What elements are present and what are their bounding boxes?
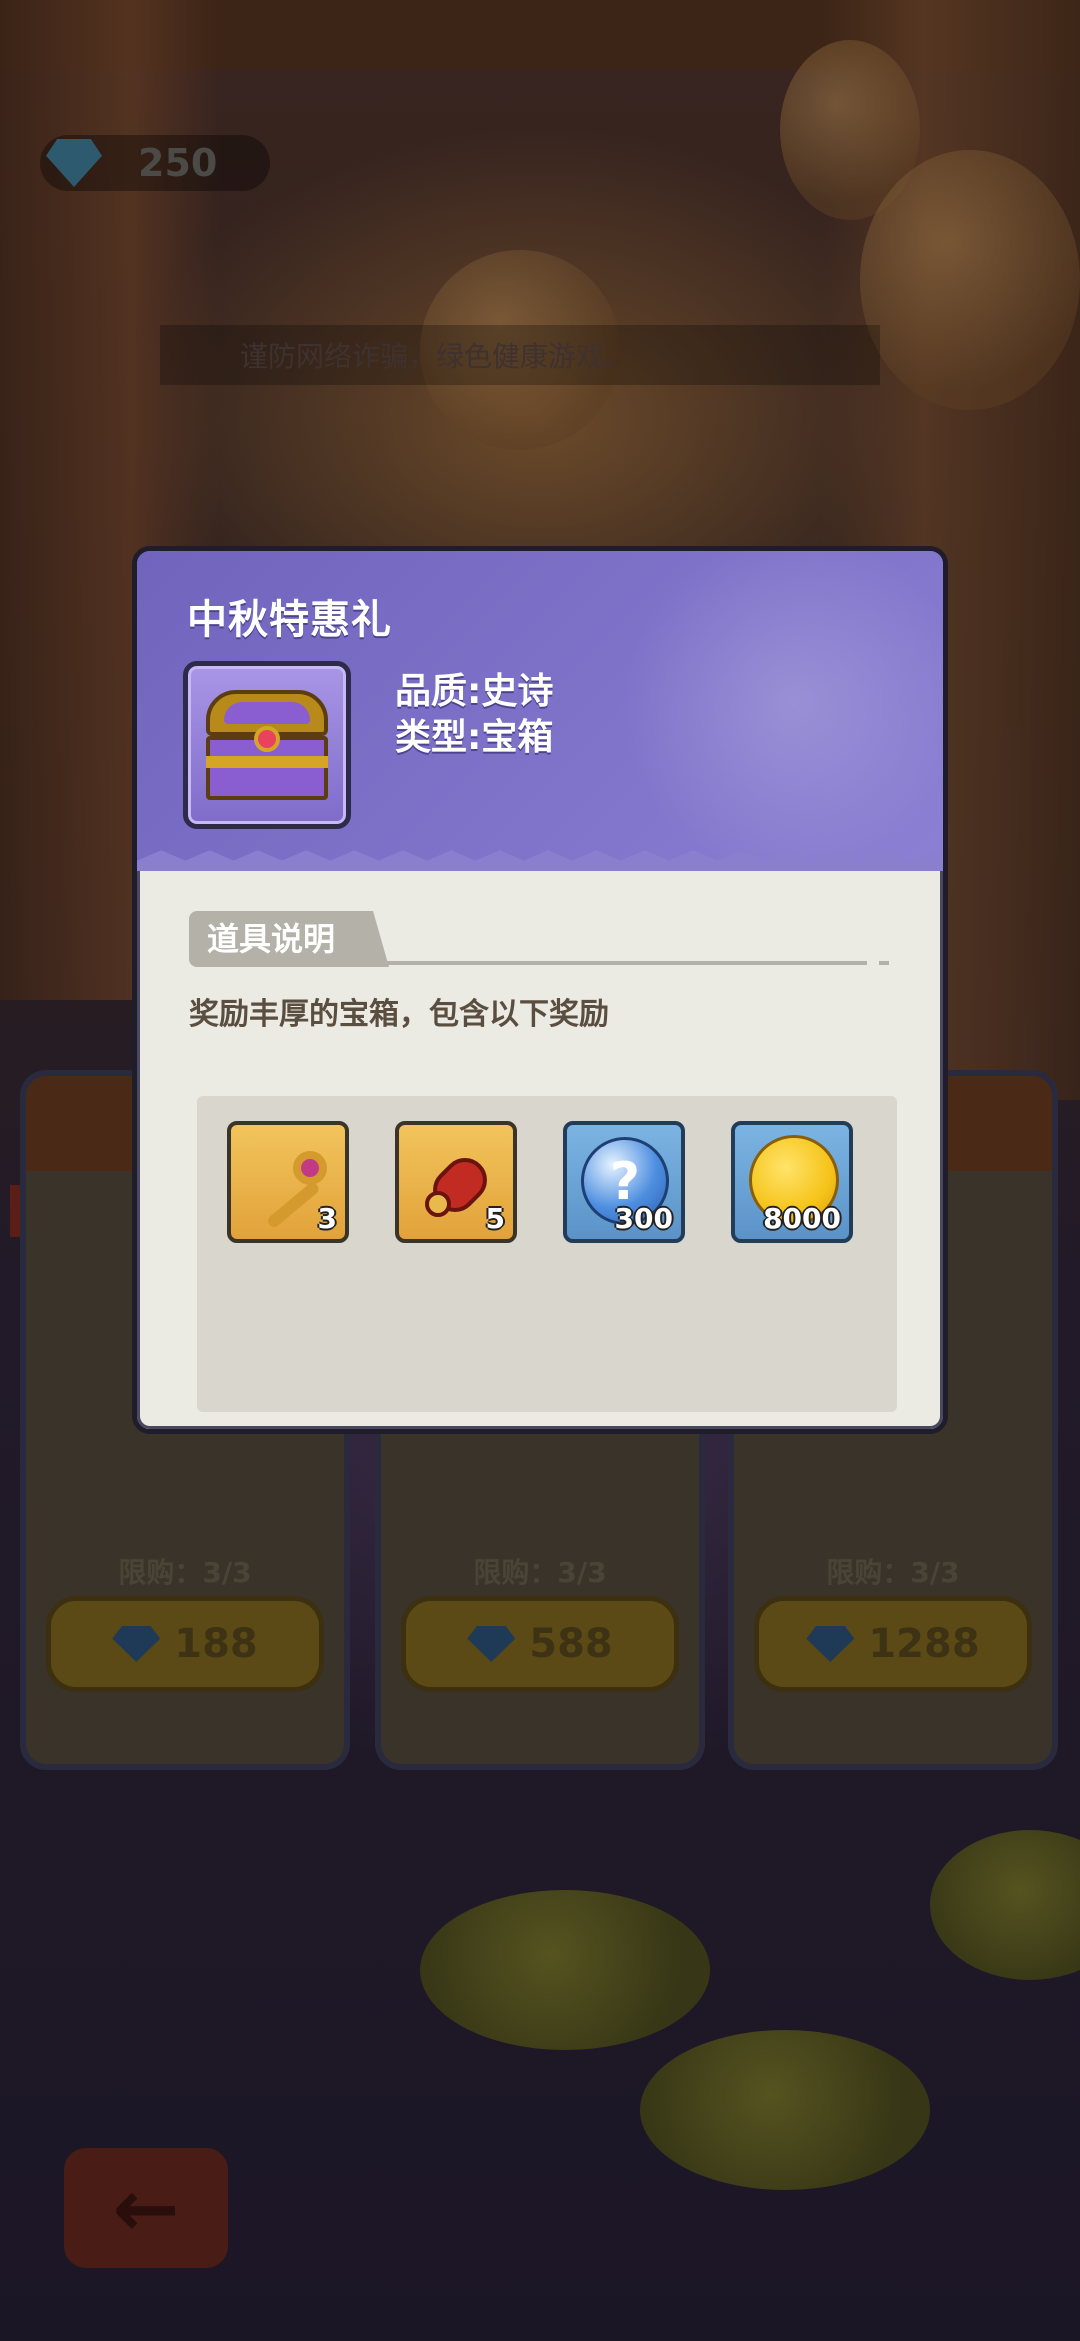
section-label: 道具说明 [207,920,336,958]
lily-pad-decoration [420,1890,710,2050]
lily-pad-decoration [640,2030,930,2190]
game-screen: 250 谨防网络诈骗，绿色健康游戏。 1折 限购：3/3 188 限购：3/3 … [0,0,1080,2341]
item-type: 类型:宝箱 [395,717,554,758]
treasure-chest-icon [206,690,328,800]
item-icon-frame [183,661,351,829]
section-divider-end [879,961,889,965]
purchase-limit: 限购：3/3 [118,1556,252,1589]
purchase-limit: 限购：3/3 [473,1556,607,1589]
buy-button[interactable]: 588 [401,1596,679,1692]
notice-text: 谨防网络诈骗，绿色健康游戏。 [240,340,633,373]
notice-banner: 谨防网络诈骗，绿色健康游戏。 [160,325,880,385]
reward-quantity: 8000 [763,1202,841,1235]
back-arrow-icon: ← [112,2161,180,2255]
back-button[interactable]: ← [64,2148,228,2268]
gem-counter[interactable]: 250 [40,135,270,191]
price-label: 188 [174,1621,258,1667]
reward-item[interactable]: 8000 [731,1121,853,1243]
gem-icon [806,1626,855,1662]
price-label: 1288 [868,1621,980,1667]
reward-quantity: 300 [614,1202,673,1235]
header-glow [603,551,943,891]
lily-pad-decoration [930,1830,1080,1980]
gem-count: 250 [138,141,218,185]
lantern-decoration [860,150,1080,410]
gem-icon [112,1626,161,1662]
gem-icon [46,139,102,187]
reward-item[interactable]: 3 [227,1121,349,1243]
reward-list: 3 5 ? 300 8000 [197,1096,897,1412]
item-title: 中秋特惠礼 [187,597,392,643]
price-label: 588 [529,1621,613,1667]
item-detail-dialog[interactable]: 中秋特惠礼 品质:史诗 类型:宝箱 道具说明 奖励丰厚的宝箱，包含以下奖励 3 … [132,546,948,1434]
reward-quantity: 3 [317,1202,337,1235]
dialog-header: 中秋特惠礼 品质:史诗 类型:宝箱 [137,551,943,891]
reward-item[interactable]: 5 [395,1121,517,1243]
reward-item[interactable]: ? 300 [563,1121,685,1243]
reward-quantity: 5 [485,1202,505,1235]
gem-icon [467,1626,516,1662]
item-attributes: 品质:史诗 类型:宝箱 [395,669,553,761]
buy-button[interactable]: 1288 [754,1596,1032,1692]
dialog-body: 道具说明 奖励丰厚的宝箱，包含以下奖励 3 5 ? 300 8000 [137,871,943,1429]
item-quality: 品质:史诗 [395,671,554,712]
buy-button[interactable]: 188 [46,1596,324,1692]
section-divider [387,961,867,965]
item-description: 奖励丰厚的宝箱，包含以下奖励 [189,997,609,1032]
purchase-limit: 限购：3/3 [826,1556,960,1589]
